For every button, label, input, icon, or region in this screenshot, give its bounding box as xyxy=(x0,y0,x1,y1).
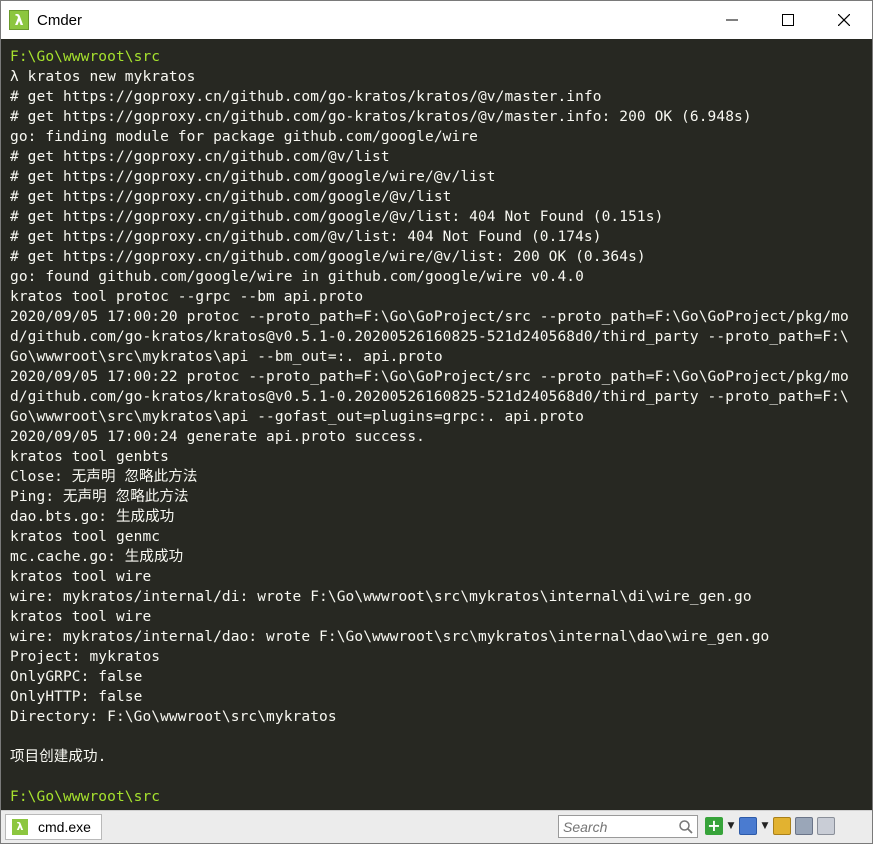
new-console-icon[interactable]: + xyxy=(705,817,723,835)
close-icon xyxy=(838,14,850,26)
output-line: dao.bts.go: 生成成功 xyxy=(10,509,175,525)
search-icon[interactable] xyxy=(677,818,695,836)
output-line: kratos tool wire xyxy=(10,569,152,585)
output-line: # get https://goproxy.cn/github.com/go-k… xyxy=(10,109,752,125)
output-line: kratos tool wire xyxy=(10,609,152,625)
output-line: kratos tool protoc --grpc --bm api.proto xyxy=(10,289,364,305)
output-line: Go\wwwroot\src\mykratos\api --bm_out=:. … xyxy=(10,349,443,365)
output-line: mc.cache.go: 生成成功 xyxy=(10,549,184,565)
terminal-output[interactable]: F:\Go\wwwroot\src λ kratos new mykratos # … xyxy=(1,39,872,813)
prompt-line: F:\Go\wwwroot\src xyxy=(10,49,161,65)
output-line: go: finding module for package github.co… xyxy=(10,129,478,145)
minimize-icon xyxy=(726,19,738,21)
menu-icon[interactable] xyxy=(795,817,813,835)
close-button[interactable] xyxy=(816,1,872,39)
output-line: Project: mykratos xyxy=(10,649,161,665)
status-bar: λ cmd.exe + ▼ ▼ xyxy=(1,810,872,843)
output-line: 2020/09/05 17:00:24 generate api.proto s… xyxy=(10,429,425,445)
output-line: Ping: 无声明 忽略此方法 xyxy=(10,489,189,505)
output-line: OnlyHTTP: false xyxy=(10,689,143,705)
output-line: wire: mykratos/internal/dao: wrote F:\Go… xyxy=(10,629,770,645)
cmder-window: λ Cmder F:\Go\wwwroot\src λ kratos new my… xyxy=(0,0,873,844)
output-line: # get https://goproxy.cn/github.com/goog… xyxy=(10,169,496,185)
output-line: kratos tool genbts xyxy=(10,449,169,465)
maximize-button[interactable] xyxy=(760,1,816,39)
output-line: d/github.com/go-kratos/kratos@v0.5.1-0.2… xyxy=(10,389,849,405)
output-line: Go\wwwroot\src\mykratos\api --gofast_out… xyxy=(10,409,584,425)
tab-label: cmd.exe xyxy=(38,819,91,835)
grid-icon[interactable] xyxy=(817,817,835,835)
window-title: Cmder xyxy=(37,11,83,29)
window-icon[interactable] xyxy=(739,817,757,835)
minimize-button[interactable] xyxy=(704,1,760,39)
dropdown-icon[interactable]: ▼ xyxy=(761,817,769,835)
maximize-icon xyxy=(782,14,794,26)
lambda-icon: λ xyxy=(9,10,29,30)
title-bar[interactable]: λ Cmder xyxy=(1,1,872,39)
output-line: wire: mykratos/internal/di: wrote F:\Go\… xyxy=(10,589,752,605)
toolbar-icons: + ▼ ▼ xyxy=(705,817,835,835)
output-line: # get https://goproxy.cn/github.com/@v/l… xyxy=(10,229,602,245)
output-line: # get https://goproxy.cn/github.com/go-k… xyxy=(10,89,602,105)
command-line: λ kratos new mykratos xyxy=(10,69,196,85)
output-line: 项目创建成功. xyxy=(10,749,107,765)
output-line: kratos tool genmc xyxy=(10,529,161,545)
dropdown-icon[interactable]: ▼ xyxy=(727,817,735,835)
prompt-line: F:\Go\wwwroot\src xyxy=(10,789,161,805)
lock-icon[interactable] xyxy=(773,817,791,835)
console-tab[interactable]: λ cmd.exe xyxy=(5,814,102,840)
output-line: # get https://goproxy.cn/github.com/@v/l… xyxy=(10,149,390,165)
output-line: Close: 无声明 忽略此方法 xyxy=(10,469,198,485)
output-line: # get https://goproxy.cn/github.com/goog… xyxy=(10,189,452,205)
search-input[interactable] xyxy=(559,817,675,836)
lambda-icon: λ xyxy=(12,819,28,835)
output-line: d/github.com/go-kratos/kratos@v0.5.1-0.2… xyxy=(10,329,849,345)
output-line: 2020/09/05 17:00:20 protoc --proto_path=… xyxy=(10,309,849,325)
search-box[interactable] xyxy=(558,815,698,838)
output-line: 2020/09/05 17:00:22 protoc --proto_path=… xyxy=(10,369,849,385)
output-line: # get https://goproxy.cn/github.com/goog… xyxy=(10,209,664,225)
output-line: OnlyGRPC: false xyxy=(10,669,143,685)
window-controls xyxy=(704,1,872,39)
output-line: Directory: F:\Go\wwwroot\src\mykratos xyxy=(10,709,337,725)
output-line: go: found github.com/google/wire in gith… xyxy=(10,269,584,285)
output-line: # get https://goproxy.cn/github.com/goog… xyxy=(10,249,646,265)
